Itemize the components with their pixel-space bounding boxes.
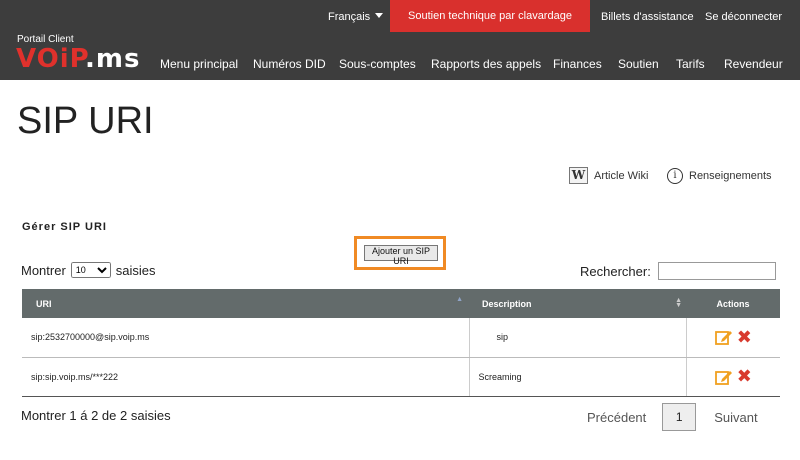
nav-item-reseller[interactable]: Revendeur: [724, 57, 783, 71]
header: Français Soutien technique par clavardag…: [0, 0, 800, 80]
add-button-highlight: Ajouter un SIP URI: [354, 236, 446, 270]
delete-icon[interactable]: ✖: [737, 366, 752, 387]
support-chat-button[interactable]: Soutien technique par clavardage: [390, 0, 590, 32]
add-sip-uri-button[interactable]: Ajouter un SIP URI: [364, 245, 438, 266]
nav-item-call-reports[interactable]: Rapports des appels: [431, 57, 541, 71]
search-area: Rechercher:: [580, 262, 776, 280]
actions-cell: ✖: [686, 318, 780, 358]
edit-icon[interactable]: [714, 329, 733, 346]
wiki-link[interactable]: W Article Wiki: [569, 167, 648, 184]
caret-down-icon: [375, 13, 384, 18]
nav-item-support[interactable]: Soutien: [618, 57, 659, 71]
uri-cell: sip:2532700000@sip.voip.ms: [22, 318, 470, 358]
sip-uri-table: URI ▲ Description ▲ ▼ Actions sip:253270000…: [22, 289, 780, 397]
info-link[interactable]: i Renseignements: [667, 168, 772, 184]
language-selector[interactable]: Français: [328, 11, 384, 23]
column-header-description[interactable]: Description ▲ ▼: [469, 289, 686, 318]
previous-button[interactable]: Précédent: [587, 410, 646, 425]
nav-item-main-menu[interactable]: Menu principal: [160, 57, 238, 71]
show-entries: Montrer 10 saisies: [21, 262, 156, 278]
table-row: sip:2532700000@sip.voip.ms sip ✖: [22, 318, 780, 358]
table-row: sip:sip.voip.ms/***222 Screaming ✖: [22, 357, 780, 397]
table-info: Montrer 1 á 2 de 2 saisies: [21, 408, 171, 423]
pagination: Précédent 1 Suivant: [587, 403, 758, 431]
description-cell: Screaming: [469, 357, 687, 397]
entries-per-page-select[interactable]: 10: [70, 262, 111, 278]
logout-link[interactable]: Se déconnecter: [705, 11, 782, 23]
main-nav: Menu principal Numéros DID Sous-comptes …: [0, 57, 800, 73]
page-title: SIP URI: [17, 100, 154, 142]
top-links: Français Soutien technique par clavardag…: [0, 0, 800, 32]
nav-item-rates[interactable]: Tarifs: [676, 57, 705, 71]
page-button-1[interactable]: 1: [662, 403, 697, 431]
column-header-actions: Actions: [686, 289, 780, 318]
wikipedia-icon: W: [569, 167, 588, 184]
sort-both-icon: ▲ ▼: [675, 297, 682, 309]
sort-asc-icon: ▲: [456, 296, 463, 303]
info-icon: i: [667, 168, 683, 184]
nav-item-subaccounts[interactable]: Sous-comptes: [339, 57, 416, 71]
tickets-link[interactable]: Billets d'assistance: [601, 11, 694, 23]
edit-icon[interactable]: [714, 369, 733, 385]
next-button[interactable]: Suivant: [714, 410, 757, 425]
uri-cell: sip:sip.voip.ms/***222: [22, 357, 470, 397]
column-header-uri[interactable]: URI ▲: [22, 289, 469, 318]
search-input[interactable]: [657, 262, 776, 280]
section-title: Gérer SIP URI: [22, 221, 107, 233]
nav-item-finances[interactable]: Finances: [553, 57, 602, 71]
actions-cell: ✖: [686, 357, 780, 397]
description-cell: sip: [469, 318, 687, 358]
delete-icon[interactable]: ✖: [737, 327, 752, 348]
nav-item-did-numbers[interactable]: Numéros DID: [253, 57, 326, 71]
